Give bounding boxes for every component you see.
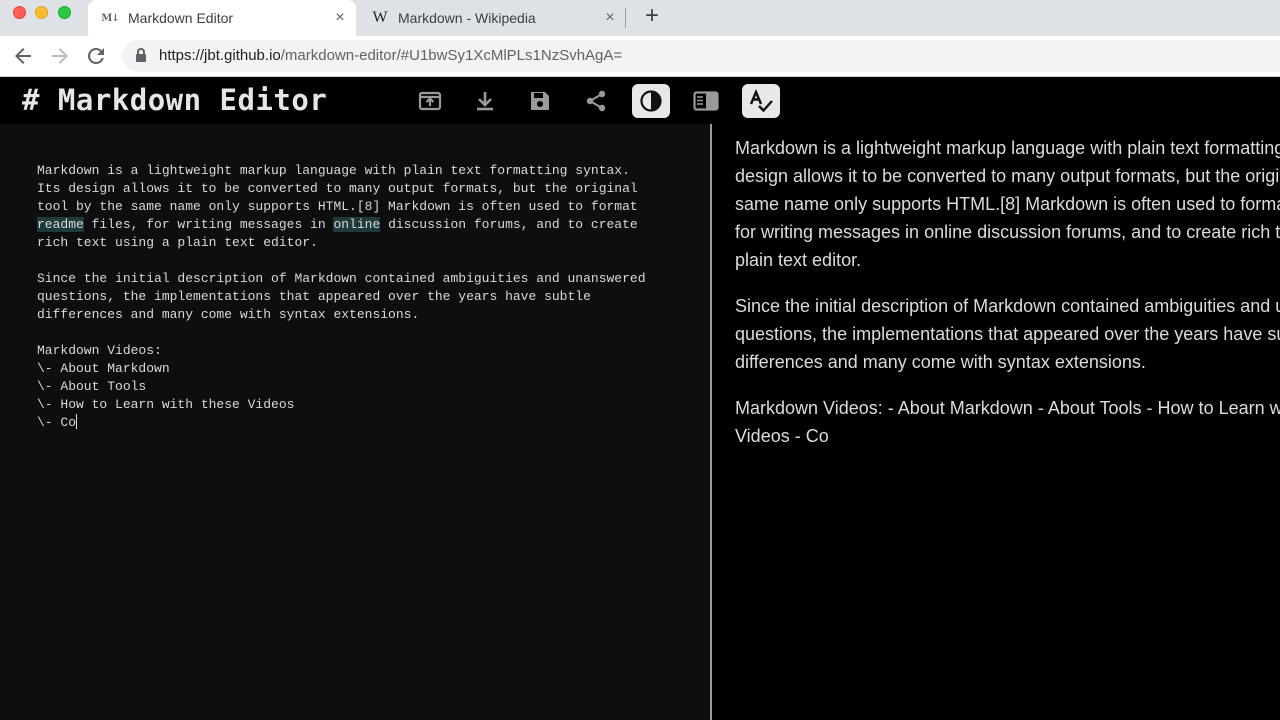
- browser-tab-strip: M↓ Markdown Editor × W Markdown - Wikipe…: [0, 0, 1280, 36]
- editor-line[interactable]: [37, 252, 687, 270]
- markdown-favicon-icon: M↓: [101, 12, 119, 24]
- markdown-editor-pane[interactable]: Markdown is a lightweight markup languag…: [0, 124, 710, 720]
- editor-line[interactable]: tool by the same name only supports HTML…: [37, 198, 687, 216]
- url-text: https://jbt.github.io/markdown-editor/#U…: [159, 47, 622, 64]
- lock-icon[interactable]: [136, 48, 146, 62]
- reader-view-button[interactable]: [687, 84, 725, 118]
- wikipedia-favicon-icon: W: [372, 9, 388, 26]
- maximize-window-button[interactable]: [58, 6, 71, 19]
- back-button[interactable]: [11, 44, 35, 68]
- editor-line[interactable]: readme files, for writing messages in on…: [37, 216, 687, 234]
- arrow-right-icon: [52, 48, 68, 64]
- spellcheck-highlight[interactable]: online: [333, 217, 381, 232]
- tab-markdown-editor[interactable]: M↓ Markdown Editor ×: [88, 0, 356, 36]
- text-cursor: [76, 414, 78, 429]
- editor-line[interactable]: \- Co: [37, 414, 687, 432]
- download-button[interactable]: [466, 84, 504, 118]
- editor-line[interactable]: Since the initial description of Markdow…: [37, 270, 687, 288]
- forward-button[interactable]: [48, 44, 72, 68]
- editor-line[interactable]: \- About Markdown: [37, 360, 687, 378]
- arrow-left-icon: [15, 48, 31, 64]
- share-icon: [586, 90, 606, 112]
- save-icon: [531, 92, 549, 110]
- editor-line[interactable]: Its design allows it to be converted to …: [37, 180, 687, 198]
- preview-pane: Markdown is a lightweight markup languag…: [712, 124, 1280, 720]
- close-tab-icon[interactable]: ×: [330, 9, 350, 27]
- theme-toggle-button[interactable]: [632, 84, 670, 118]
- preview-paragraph: Since the initial description of Markdow…: [735, 296, 1280, 372]
- new-document-button[interactable]: [411, 84, 449, 118]
- spellcheck-icon: [749, 89, 773, 113]
- download-icon: [477, 92, 493, 111]
- reload-button[interactable]: [84, 44, 108, 68]
- preview-paragraph: Markdown Videos: - About Markdown - Abou…: [735, 398, 1280, 446]
- browser-toolbar: https://jbt.github.io/markdown-editor/#U…: [0, 36, 1280, 77]
- app-header: # Markdown Editor: [0, 78, 1280, 124]
- close-window-button[interactable]: [13, 6, 26, 19]
- editor-text[interactable]: Markdown is a lightweight markup languag…: [37, 162, 687, 432]
- minimize-window-button[interactable]: [35, 6, 48, 19]
- spellcheck-highlight[interactable]: readme: [37, 217, 84, 232]
- editor-line[interactable]: differences and many come with syntax ex…: [37, 306, 687, 324]
- reload-icon: [88, 48, 104, 64]
- editor-line[interactable]: Markdown Videos:: [37, 342, 687, 360]
- close-tab-icon[interactable]: ×: [600, 9, 620, 27]
- address-bar[interactable]: https://jbt.github.io/markdown-editor/#U…: [122, 40, 1280, 72]
- save-button[interactable]: [521, 84, 559, 118]
- editor-line[interactable]: \- About Tools: [37, 378, 687, 396]
- tab-wikipedia[interactable]: W Markdown - Wikipedia ×: [358, 0, 626, 36]
- url-path: /markdown-editor/#U1bwSy1XcMlPLs1NzSvhAg…: [280, 47, 623, 64]
- contrast-icon: [640, 90, 662, 112]
- editor-line[interactable]: [37, 324, 687, 342]
- share-button[interactable]: [577, 84, 615, 118]
- preview-content: Markdown is a lightweight markup languag…: [735, 134, 1280, 468]
- reader-view-icon: [693, 91, 719, 111]
- spellcheck-button[interactable]: [742, 84, 780, 118]
- preview-paragraph: Markdown is a lightweight markup languag…: [735, 138, 1280, 270]
- new-tab-button[interactable]: +: [640, 4, 664, 30]
- editor-line[interactable]: questions, the implementations that appe…: [37, 288, 687, 306]
- editor-line[interactable]: rich text using a plain text editor.: [37, 234, 687, 252]
- tab-title: Markdown - Wikipedia: [398, 10, 536, 26]
- url-host: https://jbt.github.io: [159, 47, 281, 64]
- editor-line[interactable]: \- How to Learn with these Videos: [37, 396, 687, 414]
- editor-line[interactable]: Markdown is a lightweight markup languag…: [37, 162, 687, 180]
- tab-title: Markdown Editor: [128, 10, 234, 26]
- tab-separator: [625, 8, 626, 28]
- app-title: # Markdown Editor: [22, 83, 328, 117]
- new-document-icon: [418, 91, 442, 111]
